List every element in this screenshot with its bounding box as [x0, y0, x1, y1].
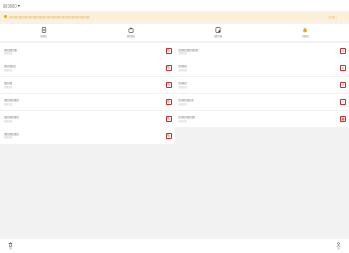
menu-item-sub: ▯▯▯▯▯▯	[178, 85, 187, 89]
menu-item-title: ▯▯▯▯▯▯▯▯▯	[4, 115, 19, 119]
bottom-bar: ▯▯ ▯▯	[0, 239, 349, 253]
menu-item[interactable]: ▯▯▯▯▯ ▯▯▯▯▯▯ ×	[174, 59, 349, 77]
menu-item[interactable]: ▯▯▯▯▯▯▯▯▯ ▯▯▯▯▯▯ ✎	[0, 93, 175, 111]
menu-item-sub: ▯▯▯▯▯▯	[178, 119, 187, 123]
menu-item[interactable]: ▯▯▯▯▯▯▯ ▯▯▯▯▯▯ ✎	[0, 59, 175, 77]
menu-item-sub: ▯▯▯▯▯▯	[178, 52, 187, 55]
close-icon[interactable]: ×	[340, 82, 346, 88]
notice-link[interactable]: ▯▯▯▯ ›	[329, 15, 337, 19]
bottom-right-label: ▯▯	[337, 247, 340, 251]
bottom-left-label: ▯▯	[9, 247, 12, 251]
menu-item-sub: ▯▯▯▯▯▯	[4, 52, 13, 55]
person-icon	[336, 242, 341, 247]
menu-item-sub: ▯▯▯▯▯▯	[178, 68, 187, 72]
menu-item-title: ▯▯▯▯▯▯▯	[4, 64, 16, 69]
warning-icon	[4, 15, 7, 18]
menu-item[interactable]: ▯▯▯▯▯▯▯▯▯▯▯▯ ▯▯▯▯▯▯ ×	[174, 43, 349, 60]
menu-item-title: ▯▯▯▯▯▯▯▯▯▯▯▯	[178, 47, 199, 52]
menu-item-sub: ▯▯▯▯▯▯	[178, 102, 187, 106]
app-header: ▯▯▯▯▯▯ ▾	[0, 0, 349, 11]
tab-2-label: ▯▯▯▯▯	[126, 34, 135, 38]
menu-item-title: ▯▯▯▯▯	[178, 64, 187, 69]
menu-item-title: ▯▯▯▯▯▯▯▯▯	[178, 98, 194, 103]
edit-icon[interactable]: ✎	[165, 65, 172, 72]
empty-cell	[175, 127, 349, 144]
menu-item-sub: ▯▯▯▯▯▯	[4, 68, 13, 72]
trash-icon	[8, 242, 13, 247]
menu-item-sub: ▯▯▯▯▯▯	[4, 85, 13, 89]
edit-icon[interactable]: ✎	[165, 115, 172, 122]
close-icon[interactable]: ×	[340, 65, 346, 72]
edit-icon[interactable]: ✎	[165, 82, 172, 88]
menu-item[interactable]: ▯▯▯▯▯▯▯▯▯ ▯▯▯▯▯▯ −	[174, 93, 349, 111]
edit-icon[interactable]: ✎	[165, 98, 172, 105]
document-icon	[41, 27, 46, 33]
tab-4-label: ▯▯▯▯	[302, 34, 309, 38]
menu-item[interactable]: ▯▯▯▯▯▯▯▯▯▯ ▯▯▯▯▯▯ ▦	[174, 110, 349, 127]
minus-icon[interactable]: −	[340, 98, 346, 105]
tab-bar: ▯▯▯▯ ▯▯▯▯▯ ▯▯▯▯▯ ▯▯▯▯	[0, 24, 349, 41]
menu-item[interactable]: ▯▯▯▯▯▯▯▯ ▯▯▯▯▯▯ ✎	[0, 43, 175, 60]
notice-text: ▯▯▯▯▯▯▯▯▯▯▯▯▯▯▯▯▯▯▯▯▯▯▯▯▯▯▯▯▯▯▯▯▯▯▯▯▯▯▯▯…	[9, 14, 90, 19]
menu-item-sub: ▯▯▯▯▯▯	[4, 136, 13, 140]
tab-2[interactable]: ▯▯▯▯▯	[87, 24, 174, 41]
menu-item-sub: ▯▯▯▯▯▯	[4, 119, 13, 123]
tab-3[interactable]: ▯▯▯▯▯	[175, 24, 262, 41]
tab-4[interactable]: ▯▯▯▯	[262, 24, 349, 41]
menu-item[interactable]: ▯▯▯▯▯▯▯▯▯ ▯▯▯▯▯▯ ✎	[0, 127, 175, 144]
close-icon[interactable]: ×	[340, 48, 346, 55]
tab-1-label: ▯▯▯▯	[40, 34, 47, 38]
menu-item-title: ▯▯▯▯▯▯▯▯▯	[4, 98, 19, 103]
menu-item-title: ▯▯▯▯▯▯▯▯▯▯	[178, 115, 196, 119]
medal-icon	[303, 27, 308, 33]
menu-item[interactable]: ▯▯▯▯▯ ▯▯▯▯▯▯ ✎	[0, 76, 175, 94]
bottom-left-button[interactable]: ▯▯	[8, 242, 13, 251]
chevron-down-icon[interactable]: ▾	[18, 3, 20, 8]
menu-item-title: ▯▯▯▯▯▯▯▯	[4, 47, 18, 52]
tab-1[interactable]: ▯▯▯▯	[0, 24, 87, 41]
menu-item-sub: ▯▯▯▯▯▯	[4, 102, 13, 106]
bag-icon	[128, 27, 134, 33]
tab-3-label: ▯▯▯▯▯	[213, 34, 223, 38]
menu-item-title: ▯▯▯▯▯	[178, 81, 187, 86]
edit-icon[interactable]: ✎	[165, 48, 172, 55]
menu-item-title: ▯▯▯▯▯▯▯▯▯	[4, 131, 19, 136]
menu-item-title: ▯▯▯▯▯	[4, 81, 13, 86]
page-title[interactable]: ▯▯▯▯▯▯	[3, 3, 17, 8]
form-icon	[215, 27, 221, 33]
bottom-right-button[interactable]: ▯▯	[336, 242, 341, 251]
grid-icon[interactable]: ▦	[340, 115, 346, 122]
menu-grid: ▯▯▯▯▯▯▯▯ ▯▯▯▯▯▯ ✎ ▯▯▯▯▯▯▯▯▯▯▯▯ ▯▯▯▯▯▯ × …	[0, 43, 349, 144]
notice-banner: ▯▯▯▯▯▯▯▯▯▯▯▯▯▯▯▯▯▯▯▯▯▯▯▯▯▯▯▯▯▯▯▯▯▯▯▯▯▯▯▯…	[0, 12, 349, 21]
menu-item[interactable]: ▯▯▯▯▯▯▯▯▯ ▯▯▯▯▯▯ ✎	[0, 110, 175, 127]
edit-icon[interactable]: ✎	[165, 132, 172, 139]
menu-item[interactable]: ▯▯▯▯▯ ▯▯▯▯▯▯ ×	[174, 76, 349, 94]
